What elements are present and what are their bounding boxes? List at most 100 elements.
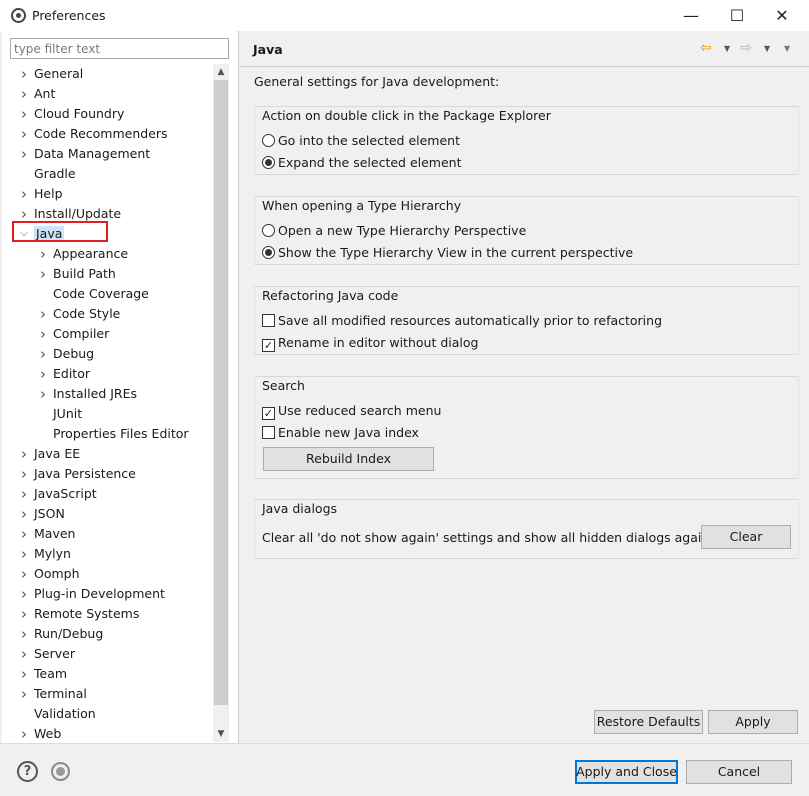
tree-item[interactable]: › Web bbox=[21, 724, 62, 742]
chevron-right-icon[interactable]: › bbox=[18, 684, 30, 704]
cancel-button[interactable]: Cancel bbox=[686, 760, 792, 784]
back-history-dropdown-icon[interactable]: ▼ bbox=[724, 44, 730, 53]
tree-item[interactable]: › General bbox=[21, 64, 83, 84]
checkbox-icon[interactable] bbox=[262, 314, 275, 327]
chevron-right-icon[interactable]: › bbox=[37, 324, 49, 344]
maximize-button[interactable]: ☐ bbox=[714, 0, 760, 31]
tree-item[interactable]: › Mylyn bbox=[21, 544, 71, 564]
chevron-right-icon[interactable]: › bbox=[18, 724, 30, 742]
chevron-right-icon[interactable]: › bbox=[18, 124, 30, 144]
chevron-right-icon[interactable]: › bbox=[37, 244, 49, 264]
checkbox-icon[interactable]: ✓ bbox=[262, 407, 275, 420]
tree-item[interactable]: › Code Recommenders bbox=[21, 124, 168, 144]
record-macro-icon[interactable] bbox=[51, 762, 70, 781]
chevron-right-icon[interactable]: › bbox=[18, 544, 30, 564]
chevron-right-icon[interactable]: › bbox=[18, 84, 30, 104]
radio-icon[interactable] bbox=[262, 134, 275, 147]
chevron-right-icon[interactable]: › bbox=[18, 604, 30, 624]
checkbox-icon[interactable] bbox=[262, 426, 275, 439]
scroll-up-arrow-icon[interactable]: ▲ bbox=[213, 64, 229, 80]
chevron-right-icon[interactable]: › bbox=[18, 444, 30, 464]
tree-item[interactable]: › Appearance bbox=[40, 244, 128, 264]
back-arrow-icon[interactable]: ⇦ bbox=[700, 40, 712, 56]
tree-item[interactable]: › JavaScript bbox=[21, 484, 97, 504]
go-into-radio[interactable]: Go into the selected element bbox=[262, 132, 460, 150]
tree-item-label: Build Path bbox=[53, 266, 116, 281]
close-button[interactable]: ✕ bbox=[759, 0, 805, 31]
tree-item[interactable]: › Editor bbox=[40, 364, 90, 384]
chevron-right-icon[interactable]: › bbox=[18, 584, 30, 604]
view-menu-icon[interactable]: ▼ bbox=[784, 44, 790, 53]
apply-and-close-button[interactable]: Apply and Close bbox=[575, 760, 678, 784]
chevron-right-icon[interactable]: › bbox=[18, 104, 30, 124]
chevron-right-icon[interactable]: › bbox=[18, 144, 30, 164]
new-java-index-checkbox[interactable]: Enable new Java index bbox=[262, 424, 419, 442]
scrollbar-thumb[interactable] bbox=[214, 80, 228, 705]
chevron-right-icon[interactable]: › bbox=[18, 184, 30, 204]
tree-item[interactable]: Validation bbox=[34, 704, 96, 724]
forward-arrow-icon[interactable]: ⇨ bbox=[740, 40, 752, 56]
tree-item[interactable]: › Code Style bbox=[40, 304, 120, 324]
help-icon[interactable]: ? bbox=[17, 761, 38, 782]
clear-button[interactable]: Clear bbox=[701, 525, 791, 549]
chevron-right-icon[interactable]: › bbox=[18, 524, 30, 544]
tree-item[interactable]: › Compiler bbox=[40, 324, 109, 344]
tree-item[interactable]: › Oomph bbox=[21, 564, 80, 584]
radio-icon[interactable] bbox=[262, 246, 275, 259]
tree-item[interactable]: Gradle bbox=[34, 164, 76, 184]
tree-item[interactable]: › Installed JREs bbox=[40, 384, 137, 404]
filter-input[interactable] bbox=[10, 38, 229, 59]
tree-item[interactable]: Properties Files Editor bbox=[53, 424, 189, 444]
tree-item[interactable]: › Maven bbox=[21, 524, 76, 544]
tree-item[interactable]: › Cloud Foundry bbox=[21, 104, 124, 124]
tree-item[interactable]: › Java Persistence bbox=[21, 464, 136, 484]
chevron-right-icon[interactable]: › bbox=[18, 624, 30, 644]
tree-item[interactable]: › Remote Systems bbox=[21, 604, 139, 624]
tree-item[interactable]: › Data Management bbox=[21, 144, 150, 164]
tree-item[interactable]: JUnit bbox=[53, 404, 82, 424]
chevron-right-icon[interactable]: › bbox=[18, 564, 30, 584]
tree-item[interactable]: › Help bbox=[21, 184, 63, 204]
chevron-right-icon[interactable]: › bbox=[18, 504, 30, 524]
tree-item[interactable]: › Java EE bbox=[21, 444, 80, 464]
minimize-button[interactable]: — bbox=[668, 0, 714, 31]
restore-defaults-button[interactable]: Restore Defaults bbox=[594, 710, 703, 734]
reduced-search-checkbox[interactable]: ✓ Use reduced search menu bbox=[262, 402, 441, 420]
tree-scrollbar[interactable]: ▲ ▼ bbox=[213, 64, 229, 742]
tree-item[interactable]: › Debug bbox=[40, 344, 94, 364]
chevron-right-icon[interactable]: › bbox=[18, 64, 30, 84]
radio-icon[interactable] bbox=[262, 156, 275, 169]
chevron-right-icon[interactable]: › bbox=[18, 484, 30, 504]
tree-item[interactable]: Code Coverage bbox=[53, 284, 149, 304]
apply-button[interactable]: Apply bbox=[708, 710, 798, 734]
chevron-right-icon[interactable]: › bbox=[37, 364, 49, 384]
chevron-right-icon[interactable]: › bbox=[18, 664, 30, 684]
tree-item[interactable]: › Ant bbox=[21, 84, 55, 104]
expand-radio[interactable]: Expand the selected element bbox=[262, 154, 462, 172]
tree-item-label: Web bbox=[34, 726, 62, 741]
scroll-down-arrow-icon[interactable]: ▼ bbox=[213, 726, 229, 742]
tree-item[interactable]: › Terminal bbox=[21, 684, 87, 704]
save-modified-checkbox[interactable]: Save all modified resources automaticall… bbox=[262, 312, 662, 330]
tree-item-label: Server bbox=[34, 646, 75, 661]
forward-history-dropdown-icon[interactable]: ▼ bbox=[764, 44, 770, 53]
chevron-right-icon[interactable]: › bbox=[37, 304, 49, 324]
chevron-right-icon[interactable]: › bbox=[37, 384, 49, 404]
rename-in-editor-checkbox[interactable]: ✓ Rename in editor without dialog bbox=[262, 334, 478, 352]
show-view-radio[interactable]: Show the Type Hierarchy View in the curr… bbox=[262, 244, 633, 262]
chevron-right-icon[interactable]: › bbox=[18, 644, 30, 664]
tree-item-label: Maven bbox=[34, 526, 76, 541]
checkbox-icon[interactable]: ✓ bbox=[262, 339, 275, 352]
tree-item[interactable]: › Team bbox=[21, 664, 67, 684]
open-perspective-radio[interactable]: Open a new Type Hierarchy Perspective bbox=[262, 222, 526, 240]
tree-item[interactable]: › JSON bbox=[21, 504, 65, 524]
chevron-right-icon[interactable]: › bbox=[37, 264, 49, 284]
tree-item[interactable]: › Plug-in Development bbox=[21, 584, 165, 604]
chevron-right-icon[interactable]: › bbox=[18, 464, 30, 484]
rebuild-index-button[interactable]: Rebuild Index bbox=[263, 447, 434, 471]
tree-item[interactable]: › Run/Debug bbox=[21, 624, 103, 644]
radio-icon[interactable] bbox=[262, 224, 275, 237]
tree-item[interactable]: › Server bbox=[21, 644, 75, 664]
chevron-right-icon[interactable]: › bbox=[37, 344, 49, 364]
tree-item[interactable]: › Build Path bbox=[40, 264, 116, 284]
